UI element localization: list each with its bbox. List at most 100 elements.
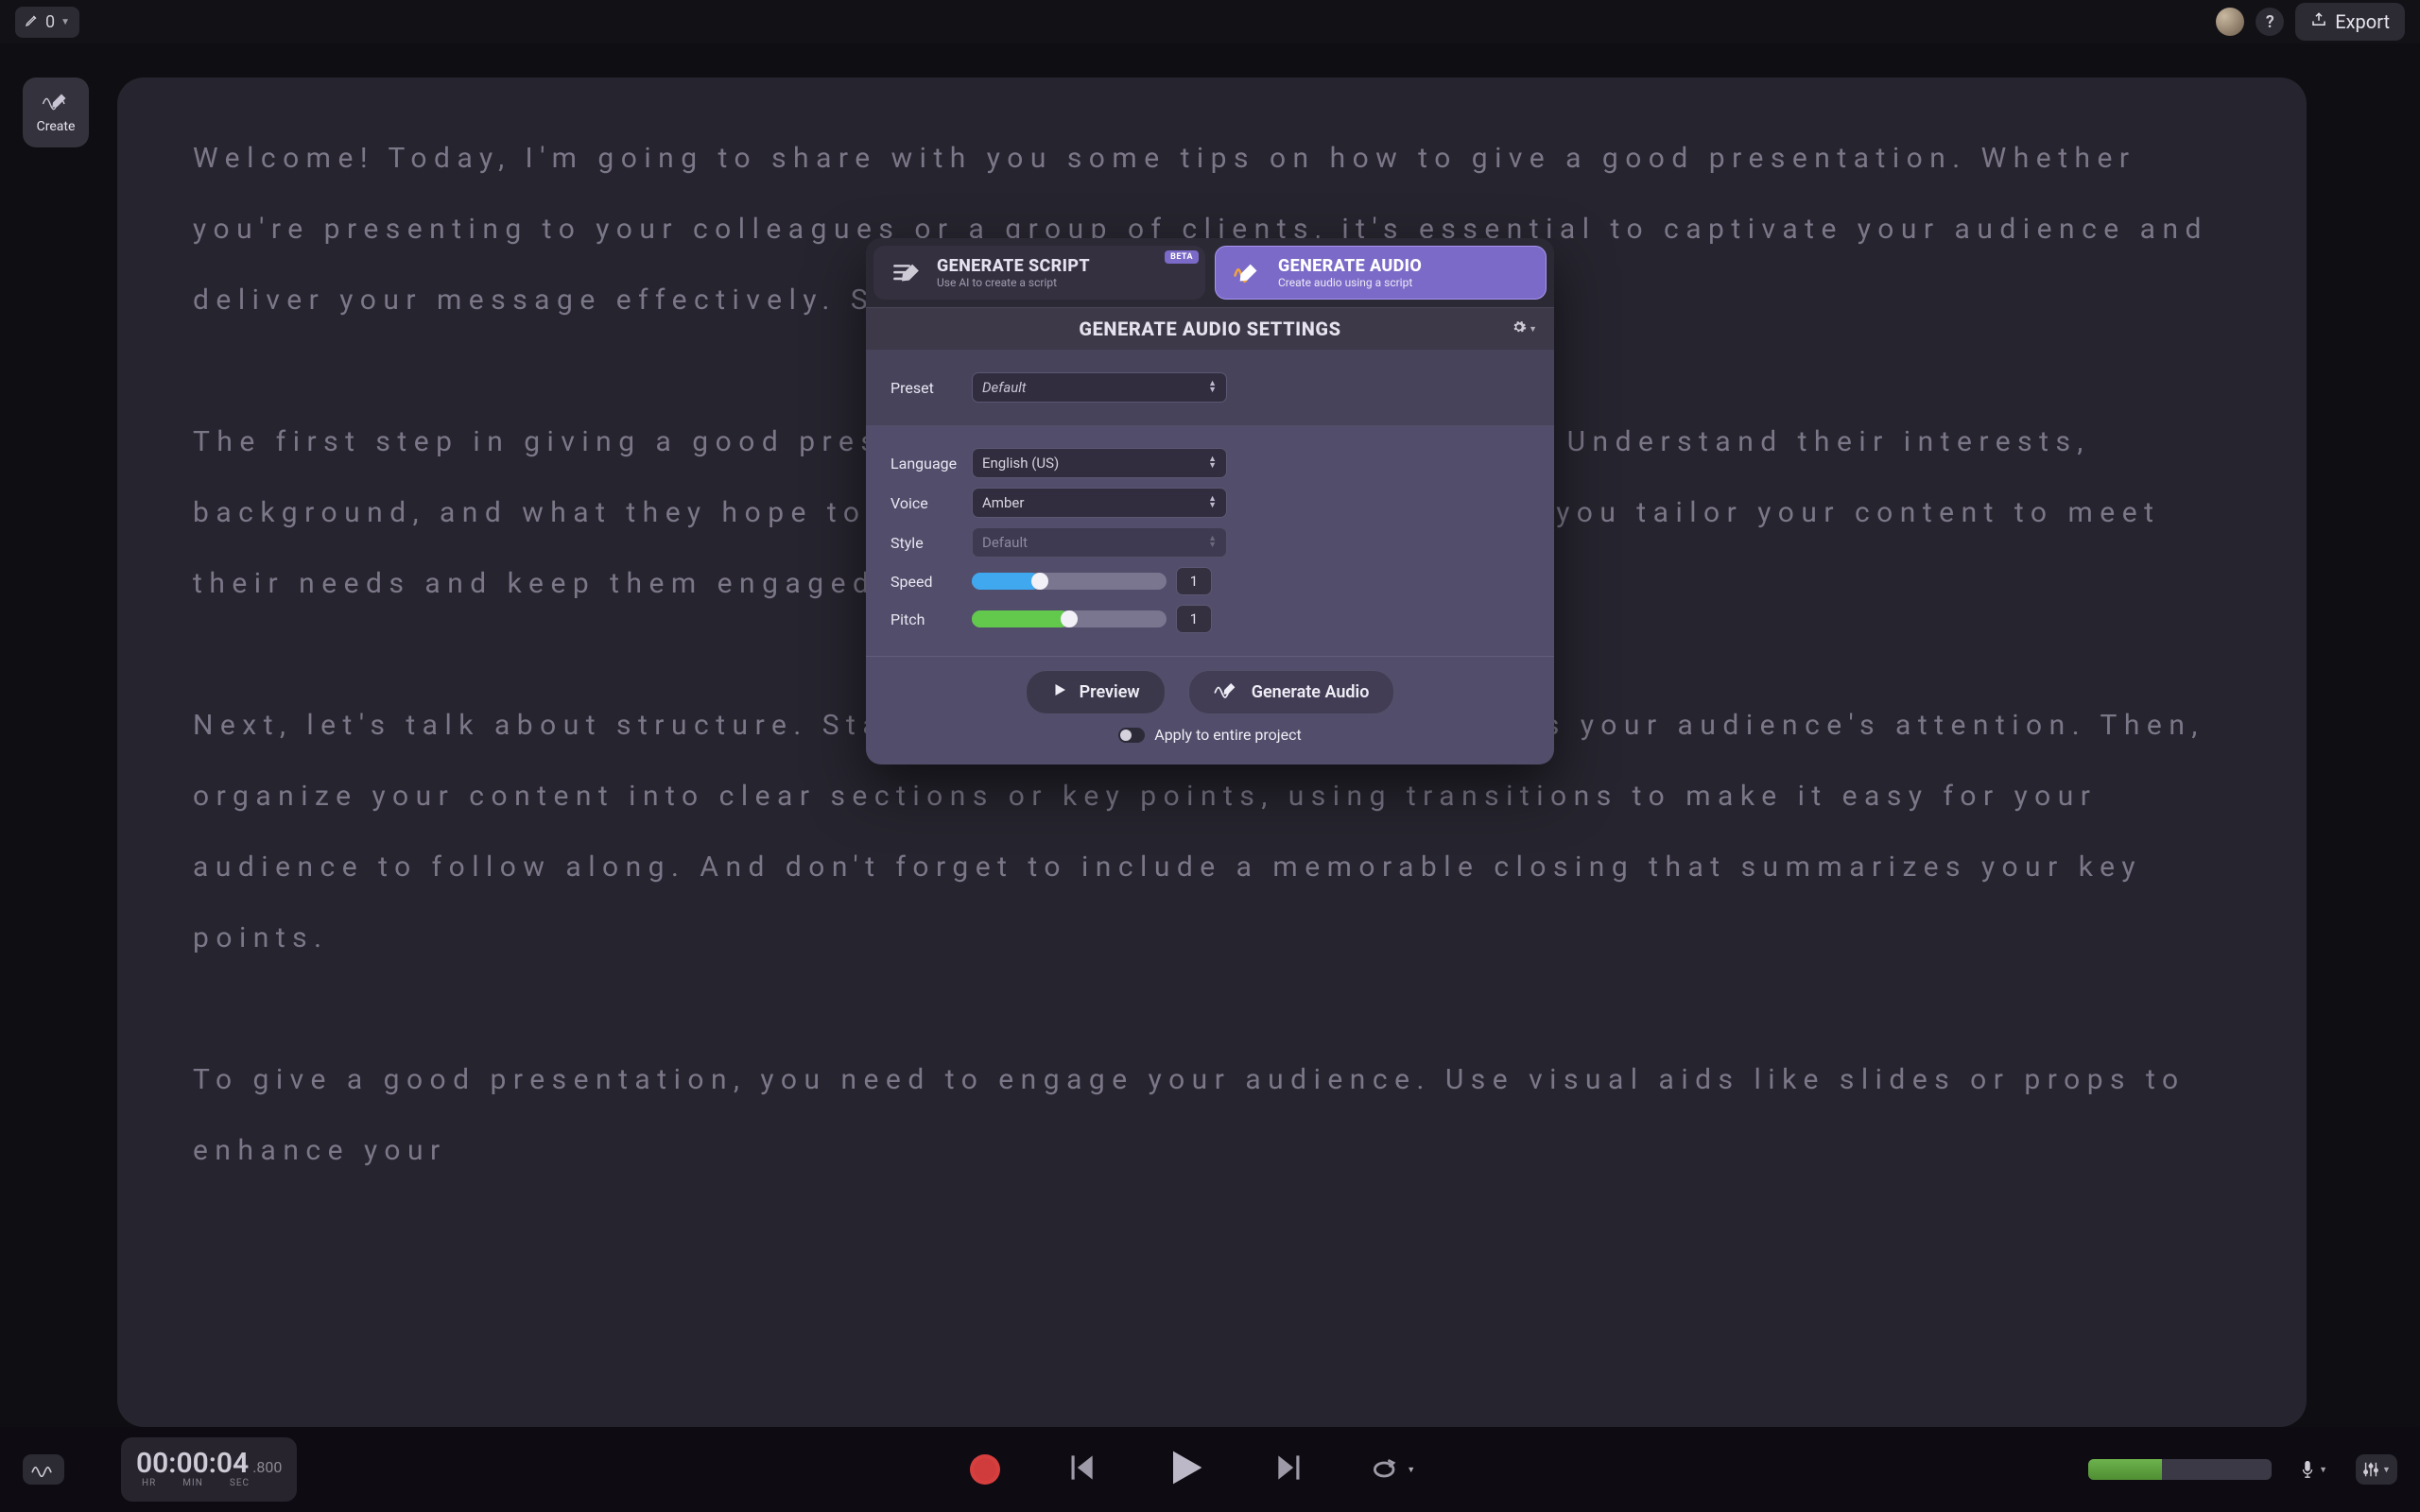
skip-forward-button[interactable]: [1272, 1450, 1308, 1489]
value-pitch[interactable]: 1: [1176, 605, 1212, 633]
top-bar: 0 ▼ ? Export: [0, 0, 2420, 43]
label-voice: Voice: [890, 494, 972, 512]
label-language: Language: [890, 455, 972, 472]
label-preset: Preset: [890, 379, 972, 397]
stepper-icon: ▲▼: [1208, 496, 1217, 509]
create-tool[interactable]: Create: [23, 77, 89, 147]
slider-speed-fill: [972, 573, 1040, 590]
avatar[interactable]: [2216, 8, 2244, 36]
chevron-down-icon: ▼: [60, 17, 70, 27]
slider-speed-handle[interactable]: [1031, 573, 1048, 590]
select-voice-value: Amber: [982, 494, 1024, 511]
voice-section: Language English (US) ▲▼ Voice Amber ▲▼ …: [866, 425, 1554, 656]
generate-audio-button[interactable]: Generate Audio: [1188, 670, 1395, 714]
edit-count-pill[interactable]: 0 ▼: [15, 7, 79, 38]
skip-back-button[interactable]: [1063, 1450, 1098, 1489]
wave-pen-icon: [1214, 680, 1240, 704]
script-pen-icon: [891, 257, 924, 289]
record-button[interactable]: [970, 1454, 1000, 1485]
transport-right: ▼ ▼: [2088, 1454, 2397, 1485]
mic-selector[interactable]: ▼: [2300, 1460, 2327, 1479]
stepper-icon: ▲▼: [1208, 456, 1217, 470]
transport-controls: ▼: [970, 1443, 1415, 1496]
transport-left: 00:00:04.800 HR MIN SEC: [23, 1437, 297, 1502]
wave-pen-icon: [42, 91, 70, 115]
select-style-value: Default: [982, 534, 1028, 551]
stepper-icon: ▲▼: [1208, 381, 1217, 394]
select-preset[interactable]: Default ▲▼: [972, 372, 1227, 403]
toggle-knob: [1120, 730, 1132, 741]
modal-tabs: GENERATE SCRIPT Use AI to create a scrip…: [866, 238, 1554, 307]
tc-min: MIN: [182, 1478, 203, 1488]
label-speed: Speed: [890, 573, 972, 591]
apply-row: Apply to entire project: [1118, 726, 1301, 744]
timecode: 00:00:04.800 HR MIN SEC: [121, 1437, 297, 1502]
play-button[interactable]: [1161, 1443, 1210, 1496]
topbar-left: 0 ▼: [15, 7, 79, 38]
level-meter: [2088, 1459, 2272, 1480]
create-tool-label: Create: [37, 119, 76, 134]
tc-sec: SEC: [230, 1478, 250, 1488]
beta-badge: BETA: [1165, 250, 1199, 264]
timecode-labels: HR MIN SEC: [136, 1478, 282, 1488]
chevron-down-icon: ▼: [1529, 324, 1537, 335]
settings-title: GENERATE AUDIO SETTINGS: [1079, 318, 1340, 340]
select-language-value: English (US): [982, 455, 1059, 472]
row-pitch: Pitch 1: [890, 605, 1530, 633]
select-voice[interactable]: Amber ▲▼: [972, 488, 1227, 518]
chevron-down-icon: ▼: [2382, 1465, 2391, 1475]
row-preset: Preset Default ▲▼: [890, 372, 1530, 403]
topbar-right: ? Export: [2216, 3, 2405, 41]
edit-count: 0: [45, 12, 55, 32]
slider-pitch[interactable]: [972, 610, 1167, 627]
help-button[interactable]: ?: [2256, 8, 2284, 36]
timecode-value: 00:00:04: [136, 1447, 249, 1480]
modal-bottom: Preview Generate Audio Apply to entire p…: [866, 656, 1554, 765]
play-icon: [1051, 681, 1068, 703]
pencil-icon: [25, 12, 40, 32]
tab-script-sub: Use AI to create a script: [937, 276, 1090, 289]
transport-bar: 00:00:04.800 HR MIN SEC ▼: [0, 1427, 2420, 1512]
tab-generate-script[interactable]: GENERATE SCRIPT Use AI to create a scrip…: [873, 246, 1205, 300]
tab-audio-sub: Create audio using a script: [1278, 276, 1422, 289]
apply-label: Apply to entire project: [1154, 726, 1301, 744]
select-preset-value: Default: [982, 379, 1027, 396]
row-voice: Voice Amber ▲▼: [890, 488, 1530, 518]
mixer-button[interactable]: ▼: [2356, 1454, 2397, 1485]
export-icon: [2310, 10, 2327, 33]
slider-pitch-fill: [972, 610, 1069, 627]
preview-button[interactable]: Preview: [1026, 670, 1166, 714]
tab-generate-audio[interactable]: GENERATE AUDIO Create audio using a scri…: [1215, 246, 1547, 300]
row-speed: Speed 1: [890, 567, 1530, 595]
select-language[interactable]: English (US) ▲▼: [972, 448, 1227, 478]
tc-hr: HR: [142, 1478, 156, 1488]
preview-label: Preview: [1080, 682, 1140, 702]
gear-icon: [1512, 319, 1527, 338]
export-button[interactable]: Export: [2295, 3, 2405, 41]
slider-pitch-handle[interactable]: [1061, 610, 1078, 627]
value-speed[interactable]: 1: [1176, 567, 1212, 595]
audio-pen-icon: [1233, 257, 1265, 289]
apply-toggle[interactable]: [1118, 728, 1145, 743]
level-fill: [2088, 1459, 2162, 1480]
modal-button-row: Preview Generate Audio: [1026, 670, 1395, 714]
export-label: Export: [2335, 10, 2390, 33]
chevron-down-icon: ▼: [1407, 1465, 1415, 1475]
waveform-button[interactable]: [23, 1454, 64, 1485]
label-style: Style: [890, 534, 972, 552]
select-style[interactable]: Default ▲▼: [972, 527, 1227, 558]
tab-script-title: GENERATE SCRIPT: [937, 256, 1090, 276]
row-style: Style Default ▲▼: [890, 527, 1530, 558]
stepper-icon: ▲▼: [1208, 536, 1217, 549]
preset-section: Preset Default ▲▼: [866, 350, 1554, 425]
chevron-down-icon: ▼: [2319, 1465, 2327, 1475]
settings-gear[interactable]: ▼: [1512, 319, 1537, 338]
row-language: Language English (US) ▲▼: [890, 448, 1530, 478]
generate-modal: GENERATE SCRIPT Use AI to create a scrip…: [866, 238, 1554, 765]
slider-speed[interactable]: [972, 573, 1167, 590]
timecode-ms: .800: [252, 1458, 282, 1476]
generate-label: Generate Audio: [1252, 682, 1370, 702]
tab-audio-title: GENERATE AUDIO: [1278, 256, 1422, 276]
loop-button[interactable]: ▼: [1371, 1456, 1415, 1483]
settings-header: GENERATE AUDIO SETTINGS ▼: [866, 307, 1554, 350]
